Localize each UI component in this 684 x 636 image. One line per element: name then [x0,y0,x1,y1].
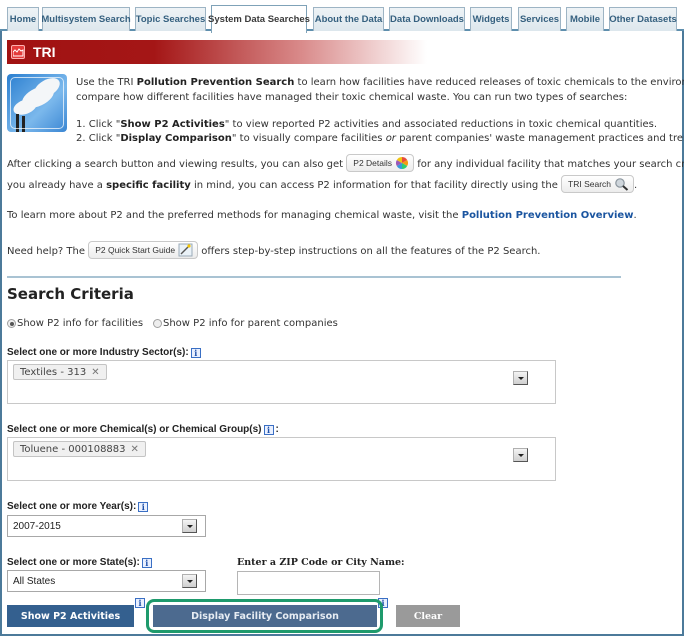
pollution-prevention-overview-link[interactable]: Pollution Prevention Overview [462,210,634,221]
radio-facilities-label: Show P2 info for facilities [17,318,144,329]
year-label: Select one or more Year(s): i [7,501,149,512]
state-label: Select one or more State(s): i [7,557,152,568]
radio-parent-companies-button[interactable] [153,319,162,328]
tab-mobile[interactable]: Mobile [566,7,604,31]
dropdown-arrow-icon[interactable] [182,519,197,533]
intro-step-1: 1. Click "Show P2 Activities" to view re… [76,119,658,130]
industry-sector-label: Select one or more Industry Sector(s): i [7,347,201,358]
factory-chart-icon [11,45,25,59]
radio-facilities-button[interactable] [7,319,16,328]
intro-line-2: compare how different facilities have ma… [76,92,628,103]
display-facility-comparison-button[interactable]: Display Facility Comparison [153,605,377,627]
info-icon[interactable]: i [141,557,152,568]
tri-banner: TRI [7,40,427,64]
intro-learn-more: To learn more about P2 and the preferred… [7,210,637,221]
zip-input[interactable] [237,571,380,595]
tab-system-data-searches[interactable]: System Data Searches [208,5,310,33]
section-divider [7,276,621,278]
tab-services[interactable]: Services [518,7,561,31]
tab-about-the-data[interactable]: About the Data [313,7,384,31]
tab-topic-searches[interactable]: Topic Searches [135,7,206,31]
tab-multisystem-search[interactable]: Multisystem Search [41,7,131,31]
intro-step-2: 2. Click "Display Comparison" to visuall… [76,133,684,144]
radio-parent-companies-label: Show P2 info for parent companies [163,318,338,329]
radio-parent-companies[interactable]: Show P2 info for parent companies [153,318,338,329]
show-p2-activities-button[interactable]: Show P2 Activities [7,605,134,627]
year-select[interactable]: 2007-2015 [7,515,206,537]
smokestack-image [7,74,67,132]
tab-bar: Home Multisystem Search Topic Searches S… [0,0,684,33]
clear-button[interactable]: Clear [396,605,460,627]
tab-widgets[interactable]: Widgets [470,7,512,31]
chemical-select[interactable]: Toluene - 000108883 ✕ [7,437,556,481]
state-select[interactable]: All States [7,570,206,592]
intro-specific-facility: you already have a specific facility in … [7,175,637,194]
banner-title: TRI [33,44,56,60]
search-criteria-heading: Search Criteria [7,285,134,303]
p2-pinwheel-icon [396,157,409,169]
radio-facilities[interactable]: Show P2 info for facilities [7,318,143,329]
info-icon[interactable]: i [378,598,388,608]
dropdown-arrow-icon[interactable] [182,574,197,588]
tab-data-downloads[interactable]: Data Downloads [389,7,465,31]
info-icon[interactable]: i [190,347,201,358]
intro-after-search: After clicking a search button and viewi… [7,154,684,173]
dropdown-arrow-icon[interactable] [513,371,528,385]
info-icon[interactable]: i [135,598,145,608]
remove-chip-icon[interactable]: ✕ [131,444,139,455]
remove-chip-icon[interactable]: ✕ [91,367,99,378]
intro-line-1: Use the TRI Pollution Prevention Search … [76,77,684,88]
tri-search-button[interactable]: TRI Search [561,175,635,193]
zip-label: Enter a ZIP Code or City Name: [237,557,405,568]
sector-chip: Textiles - 313 ✕ [13,364,107,380]
dropdown-arrow-icon[interactable] [513,448,528,462]
p2-quick-start-guide-button[interactable]: P2 Quick Start Guide [88,241,199,259]
p2-details-button[interactable]: P2 Details [346,154,415,172]
info-icon[interactable]: i [138,501,149,512]
intro-need-help: Need help? The P2 Quick Start Guide offe… [7,241,540,260]
magnifier-icon [615,178,629,191]
wand-icon [178,243,193,257]
industry-sector-select[interactable]: Textiles - 313 ✕ [7,360,556,404]
chemical-chip: Toluene - 000108883 ✕ [13,441,146,457]
tab-home[interactable]: Home [7,7,39,31]
tab-other-datasets[interactable]: Other Datasets [609,7,677,31]
chemical-label: Select one or more Chemical(s) or Chemic… [7,424,279,435]
info-icon[interactable]: i [263,424,274,435]
